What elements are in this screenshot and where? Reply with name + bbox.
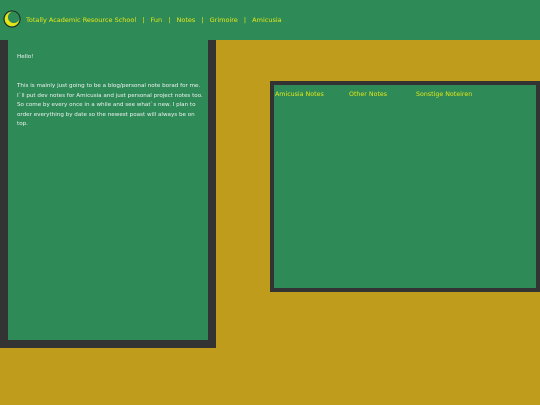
moon-logo-icon[interactable] — [3, 10, 21, 28]
intro-panel-content: Hello! This is mainly just going to be a… — [8, 40, 208, 340]
intro-panel: Hello! This is mainly just going to be a… — [0, 40, 216, 348]
tab-sonstige-noteiren[interactable]: Sonstige Noteiren — [416, 91, 472, 98]
tab-other-notes[interactable]: Other Notes — [349, 91, 387, 98]
nav-separator: | — [243, 16, 247, 24]
nav-item-amicusia[interactable]: Amicusia — [252, 16, 281, 24]
nav-item-notes[interactable]: Notes — [177, 16, 196, 24]
nav-separator: | — [168, 16, 171, 24]
top-navigation-bar: Totally Academic Resource School | Fun |… — [0, 0, 540, 40]
intro-text: This is mainly just going to be a blog/p… — [17, 83, 203, 127]
tab-amicusia-notes[interactable]: Amicusia Notes — [275, 91, 324, 98]
nav-item-fun[interactable]: Fun — [151, 16, 163, 24]
notes-panel: Amicusia Notes Other Notes Sonstige Note… — [270, 81, 540, 292]
notes-panel-content: Amicusia Notes Other Notes Sonstige Note… — [274, 85, 536, 288]
greeting-text: Hello! — [17, 54, 34, 60]
site-title-link[interactable]: Totally Academic Resource School — [26, 16, 136, 24]
nav-item-grimoire[interactable]: Grimoire — [210, 16, 238, 24]
nav-separator: | — [142, 16, 145, 24]
nav-separator: | — [201, 16, 204, 24]
main-nav: Totally Academic Resource School | Fun |… — [26, 16, 282, 24]
